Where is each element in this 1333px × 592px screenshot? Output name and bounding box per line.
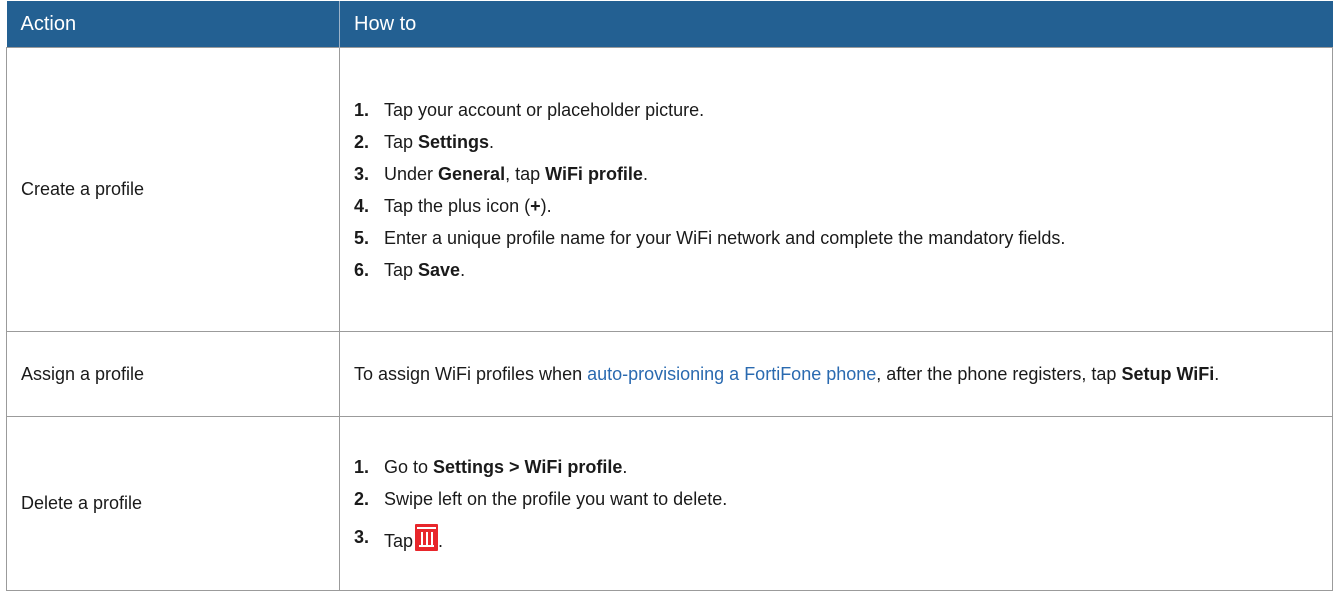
steps-list: 1. Tap your account or placeholder pictu… <box>354 85 1318 295</box>
step-text: Tap Save. <box>384 259 466 280</box>
action-cell: Delete a profile <box>6 416 340 591</box>
ui-term: Settings <box>418 131 490 152</box>
list-item: 3. Under General, tap WiFi profile. <box>354 161 1318 187</box>
header-row: Action How to <box>6 1 1333 48</box>
step-text: Go to Settings > WiFi profile. <box>384 456 628 477</box>
how-to-cell: 1. Tap your account or placeholder pictu… <box>339 47 1333 332</box>
step-number: 4. <box>354 195 370 216</box>
step-text: Tap Settings. <box>384 131 495 152</box>
step-text: Swipe left on the profile you want to de… <box>384 488 728 509</box>
ui-term: General <box>438 163 506 184</box>
plus-symbol: + <box>530 195 541 216</box>
step-number: 3. <box>354 526 370 547</box>
list-item: 4. Tap the plus icon (+). <box>354 193 1318 219</box>
step-text: Tap. <box>384 518 1318 554</box>
step-number: 2. <box>354 131 370 152</box>
step-number: 2. <box>354 488 370 509</box>
list-item: 3. Tap. <box>354 518 1318 554</box>
list-item: 1. Tap your account or placeholder pictu… <box>354 97 1318 123</box>
step-text: Enter a unique profile name for your WiF… <box>384 227 1066 248</box>
step-number: 3. <box>354 163 370 184</box>
step-number: 1. <box>354 456 370 477</box>
ui-term: Settings > WiFi profile <box>433 456 623 477</box>
ui-term: Setup WiFi <box>1121 364 1215 384</box>
wifi-profile-table: Action How to Create a profile 1. Tap yo… <box>6 1 1333 591</box>
list-item: 2. Tap Settings. <box>354 129 1318 155</box>
how-to-cell: 1. Go to Settings > WiFi profile. 2. Swi… <box>339 416 1333 591</box>
action-cell: Assign a profile <box>6 331 340 417</box>
header-how-to: How to <box>339 1 1333 48</box>
table-row: Assign a profile To assign WiFi profiles… <box>6 331 1333 417</box>
ui-term: Save <box>418 259 461 280</box>
table-row: Delete a profile 1. Go to Settings > WiF… <box>6 416 1333 591</box>
auto-provisioning-link[interactable]: auto-provisioning a FortiFone phone <box>587 364 876 384</box>
ui-term: WiFi profile <box>545 163 643 184</box>
header-action: Action <box>6 1 340 48</box>
steps-list: 1. Go to Settings > WiFi profile. 2. Swi… <box>354 442 1318 566</box>
table-row: Create a profile 1. Tap your account or … <box>6 47 1333 332</box>
list-item: 6. Tap Save. <box>354 257 1318 283</box>
action-cell: Create a profile <box>6 47 340 332</box>
step-text: Under General, tap WiFi profile. <box>384 163 648 184</box>
step-text: Tap your account or placeholder picture. <box>384 99 705 120</box>
list-item: 5. Enter a unique profile name for your … <box>354 225 1318 251</box>
step-number: 5. <box>354 227 370 248</box>
step-text: Tap the plus icon (+). <box>384 195 552 216</box>
step-number: 6. <box>354 259 370 280</box>
instruction-text: To assign WiFi profiles when auto-provis… <box>354 364 1220 384</box>
list-item: 2. Swipe left on the profile you want to… <box>354 486 1318 512</box>
step-number: 1. <box>354 99 370 120</box>
trash-icon <box>415 523 439 551</box>
how-to-cell: To assign WiFi profiles when auto-provis… <box>339 331 1333 417</box>
list-item: 1. Go to Settings > WiFi profile. <box>354 454 1318 480</box>
